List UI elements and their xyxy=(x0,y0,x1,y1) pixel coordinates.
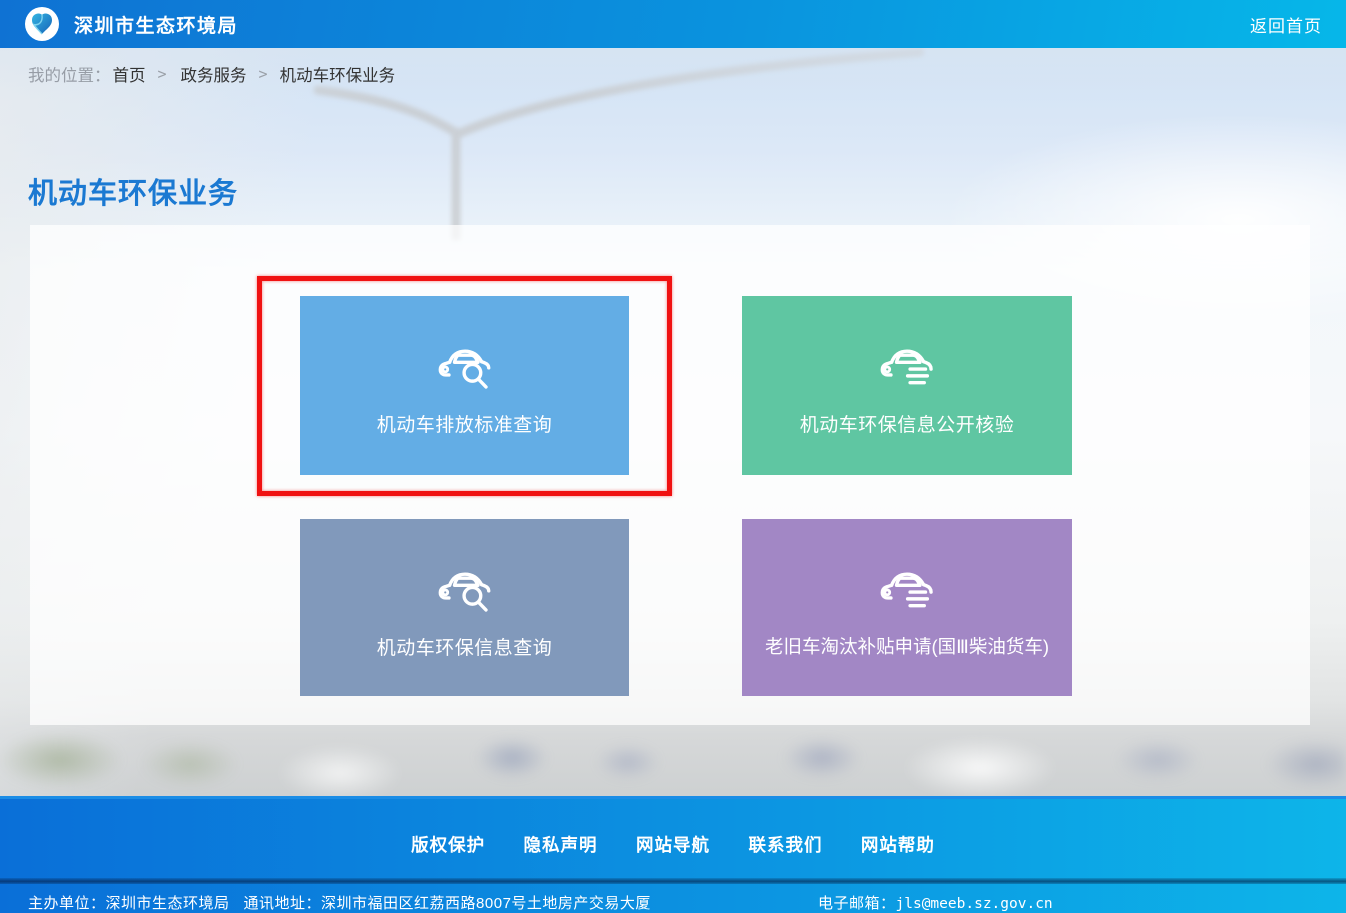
tile-label: 机动车环保信息查询 xyxy=(377,633,553,660)
breadcrumb-separator: > xyxy=(259,65,268,83)
return-home-link[interactable]: 返回首页 xyxy=(1250,12,1322,37)
tile-old-vehicle-subsidy[interactable]: 老旧车淘汰补贴申请(国Ⅲ柴油货车) xyxy=(742,519,1072,696)
breadcrumb-label: 我的位置： xyxy=(28,62,111,86)
footer-organizer-address: 主办单位：深圳市生态环境局通讯地址：深圳市福田区红荔西路8007号土地房产交易大… xyxy=(28,892,651,913)
tile-label: 机动车环保信息公开核验 xyxy=(800,410,1015,437)
footer-email: 电子邮箱：jls@meeb.sz.gov.cn xyxy=(818,892,1053,913)
breadcrumb-item-services[interactable]: 政务服务 xyxy=(181,62,247,86)
tile-label: 机动车排放标准查询 xyxy=(377,410,553,437)
footer-link-sitemap[interactable]: 网站导航 xyxy=(636,832,710,857)
car-search-icon xyxy=(434,336,496,396)
email-value: jls@meeb.sz.gov.cn xyxy=(896,896,1053,912)
breadcrumb: 我的位置： 首页 > 政务服务 > 机动车环保业务 xyxy=(0,48,1346,100)
address-label: 通讯地址： xyxy=(244,895,322,912)
breadcrumb-item-home[interactable]: 首页 xyxy=(113,62,146,86)
footer-info: 主办单位：深圳市生态环境局通讯地址：深圳市福田区红荔西路8007号土地房产交易大… xyxy=(0,889,1346,913)
site-brand: 深圳市生态环境局 xyxy=(24,6,238,42)
tile-env-info-public-verification[interactable]: 机动车环保信息公开核验 xyxy=(742,296,1072,475)
footer-link-help[interactable]: 网站帮助 xyxy=(861,832,935,857)
header-bar: 深圳市生态环境局 返回首页 xyxy=(0,0,1346,48)
organizer-label: 主办单位： xyxy=(28,895,106,912)
page-title: 机动车环保业务 xyxy=(28,170,238,212)
tile-emission-standard-query[interactable]: 机动车排放标准查询 xyxy=(300,296,629,475)
site-name: 深圳市生态环境局 xyxy=(74,11,238,38)
address-value: 深圳市福田区红荔西路8007号土地房产交易大厦 xyxy=(321,895,651,912)
breadcrumb-separator: > xyxy=(158,65,167,83)
tile-label: 老旧车淘汰补贴申请(国Ⅲ柴油货车) xyxy=(765,633,1049,659)
car-search-icon xyxy=(434,559,496,619)
car-list-icon xyxy=(876,336,938,396)
email-label: 电子邮箱： xyxy=(818,895,896,912)
footer-link-privacy[interactable]: 隐私声明 xyxy=(524,832,598,857)
footer-divider xyxy=(0,878,1346,884)
breadcrumb-item-current: 机动车环保业务 xyxy=(280,62,396,86)
footer-link-contact[interactable]: 联系我们 xyxy=(748,832,822,857)
tile-env-info-query[interactable]: 机动车环保信息查询 xyxy=(300,519,629,696)
site-logo-icon xyxy=(24,6,60,42)
content-panel xyxy=(30,225,1310,725)
car-list-icon xyxy=(876,559,938,619)
footer-link-copyright[interactable]: 版权保护 xyxy=(411,832,485,857)
footer-bar: 版权保护 隐私声明 网站导航 联系我们 网站帮助 主办单位：深圳市生态环境局通讯… xyxy=(0,796,1346,913)
organizer-value: 深圳市生态环境局 xyxy=(106,895,230,912)
background-road-blur xyxy=(0,718,1346,798)
footer-links: 版权保护 隐私声明 网站导航 联系我们 网站帮助 xyxy=(0,832,1346,857)
